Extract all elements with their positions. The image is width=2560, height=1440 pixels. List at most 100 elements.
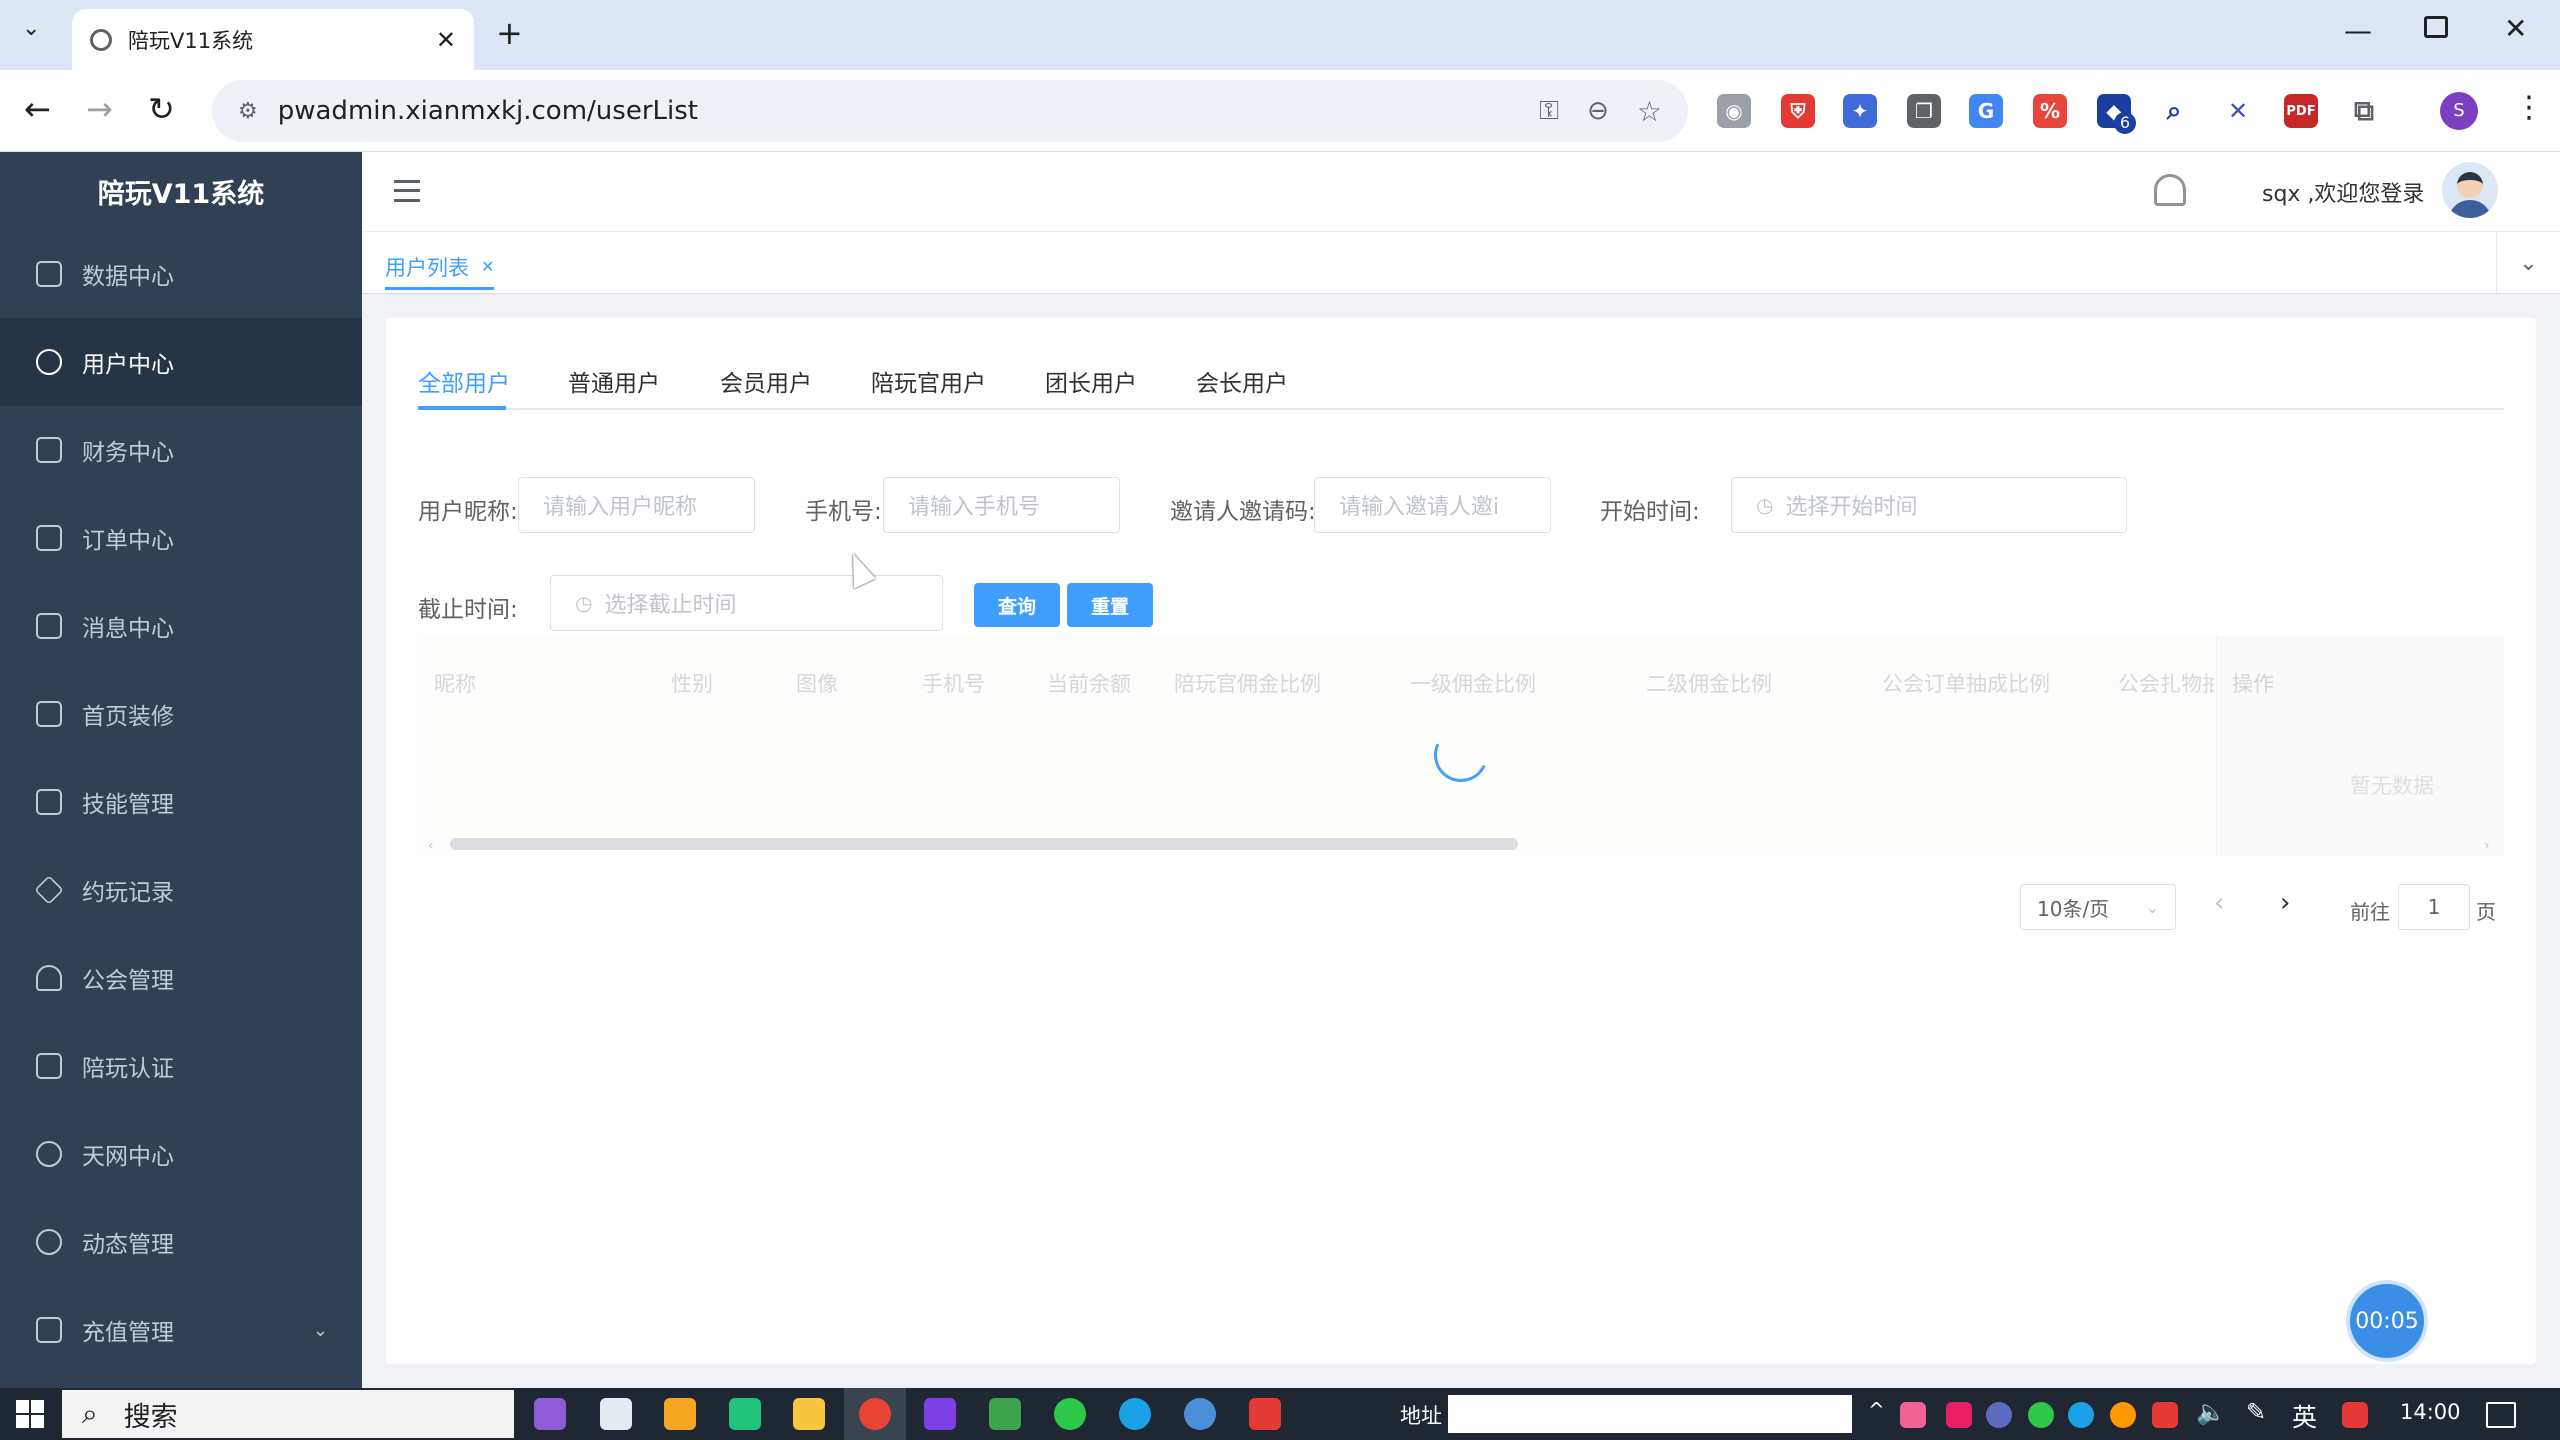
sidebar-item-skill-management[interactable]: 技能管理: [0, 758, 362, 846]
tab-leader-users[interactable]: 团长用户: [1045, 364, 1137, 398]
taskbar-address-input[interactable]: [1448, 1395, 1852, 1433]
translate-extension-icon[interactable]: G: [1969, 94, 2003, 128]
app-icon[interactable]: [1119, 1398, 1151, 1430]
tool-extension-icon[interactable]: %: [2033, 94, 2067, 128]
camera-extension-icon[interactable]: ◉: [1717, 94, 1751, 128]
extensions-puzzle-icon[interactable]: ⧉: [2347, 94, 2381, 128]
sidebar-item-user-center[interactable]: 用户中心: [0, 318, 362, 406]
horizontal-scrollbar[interactable]: [450, 838, 1518, 850]
phone-input[interactable]: 请输入手机号: [883, 477, 1120, 533]
tray-wechat-icon[interactable]: [2028, 1402, 2054, 1428]
browser-menu-icon[interactable]: ⋮: [2514, 90, 2544, 125]
prev-page-icon[interactable]: ‹: [2214, 888, 2224, 918]
reload-icon[interactable]: ↻: [148, 90, 175, 128]
minimize-icon[interactable]: —: [2344, 14, 2372, 47]
windows-start-icon[interactable]: [16, 1400, 44, 1428]
app-icon[interactable]: [534, 1398, 566, 1430]
invite-code-input[interactable]: 请输入邀请人邀i: [1314, 477, 1551, 533]
sidebar-item-skynet-center[interactable]: 天网中心: [0, 1110, 362, 1198]
tab-companion-users[interactable]: 陪玩官用户: [871, 364, 986, 398]
window-close-icon[interactable]: ✕: [2504, 12, 2527, 45]
search-extension-icon[interactable]: ⌕: [2157, 94, 2191, 128]
tray-icon[interactable]: [2152, 1402, 2178, 1428]
tab-all-users[interactable]: 全部用户: [418, 364, 510, 398]
tab-president-users[interactable]: 会长用户: [1196, 364, 1288, 398]
notification-icon[interactable]: [2486, 1402, 2516, 1428]
app-icon[interactable]: [600, 1398, 632, 1430]
tags-dropdown-chevron-icon[interactable]: ⌄: [2496, 232, 2560, 294]
shield-extension-icon[interactable]: ⛨: [1781, 94, 1815, 128]
tray-icon[interactable]: [1946, 1402, 1972, 1428]
volume-icon[interactable]: 🔈: [2196, 1398, 2226, 1426]
app-icon[interactable]: [989, 1398, 1021, 1430]
taskbar-search-box[interactable]: ⌕ 搜索: [62, 1390, 514, 1438]
app-icon[interactable]: [729, 1398, 761, 1430]
end-time-picker[interactable]: ◷ 选择截止时间: [550, 575, 943, 631]
profile-avatar[interactable]: S: [2440, 92, 2478, 130]
chrome-icon[interactable]: [859, 1398, 891, 1430]
app-icon[interactable]: [664, 1398, 696, 1430]
hamburger-menu-icon[interactable]: [394, 180, 420, 202]
tray-icon[interactable]: [2068, 1402, 2094, 1428]
sidebar-item-order-center[interactable]: 订单中心: [0, 494, 362, 582]
url-text[interactable]: pwadmin.xianmxkj.com/userList: [278, 96, 1512, 126]
file-explorer-icon[interactable]: [793, 1398, 825, 1430]
sidebar-item-finance-center[interactable]: 财务中心: [0, 406, 362, 494]
tab-normal-users[interactable]: 普通用户: [568, 364, 660, 398]
sidebar-item-guild-management[interactable]: 公会管理: [0, 934, 362, 1022]
clock-time[interactable]: 14:00: [2400, 1400, 2461, 1424]
next-page-icon[interactable]: ›: [2280, 888, 2290, 918]
restore-icon[interactable]: [2424, 16, 2448, 38]
scroll-right-icon[interactable]: ›: [2484, 838, 2490, 854]
page-size-select[interactable]: 10条/页 ⌄: [2020, 884, 2176, 930]
ime-indicator[interactable]: 英: [2292, 1398, 2317, 1434]
tag-close-icon[interactable]: ✕: [481, 257, 494, 276]
pen-icon[interactable]: ✎: [2246, 1398, 2266, 1426]
floating-timer[interactable]: 00:05: [2346, 1280, 2428, 1362]
wps-icon[interactable]: [1249, 1398, 1281, 1430]
start-time-picker[interactable]: ◷ 选择开始时间: [1731, 477, 2127, 533]
forward-icon[interactable]: →: [86, 90, 113, 128]
wechat-icon[interactable]: [1054, 1398, 1086, 1430]
bell-icon[interactable]: [2154, 174, 2186, 206]
zoom-icon[interactable]: ⊖: [1587, 96, 1609, 126]
sidebar-item-companion-certification[interactable]: 陪玩认证: [0, 1022, 362, 1110]
sidebar-item-data-center[interactable]: 数据中心: [0, 230, 362, 318]
nickname-input[interactable]: 请输入用户昵称: [518, 477, 755, 533]
site-info-icon[interactable]: ⚙: [238, 99, 258, 124]
sidebar-item-feed-management[interactable]: 动态管理: [0, 1198, 362, 1286]
tab-close-icon[interactable]: ✕: [436, 26, 456, 54]
reset-button[interactable]: 重置: [1067, 583, 1153, 627]
sidebar-item-recharge-management[interactable]: 充值管理 ⌄: [0, 1286, 362, 1374]
network-extension-icon[interactable]: ✦: [1843, 94, 1877, 128]
app-icon[interactable]: [924, 1398, 956, 1430]
x-extension-icon[interactable]: ✕: [2221, 94, 2255, 128]
address-bar[interactable]: ⚙ pwadmin.xianmxkj.com/userList ⚿ ⊖ ☆: [212, 80, 1688, 142]
password-key-icon[interactable]: ⚿: [1539, 96, 1559, 127]
tray-icon[interactable]: [1900, 1402, 1926, 1428]
tag-user-list[interactable]: 用户列表 ✕: [385, 248, 495, 290]
bookmark-star-icon[interactable]: ☆: [1637, 95, 1662, 128]
sidebar-item-label: 公会管理: [82, 968, 174, 994]
scroll-left-icon[interactable]: ‹: [428, 838, 434, 854]
sidebar-item-message-center[interactable]: 消息中心: [0, 582, 362, 670]
tray-icon[interactable]: [1986, 1402, 2012, 1428]
sidebar-item-homepage-decor[interactable]: 首页装修: [0, 670, 362, 758]
table-empty-text: 暂无数据: [2350, 774, 2434, 798]
tray-chevron-icon[interactable]: ^: [1868, 1398, 1885, 1422]
sidebar-item-play-records[interactable]: 约玩记录: [0, 846, 362, 934]
page-unit: 页: [2476, 900, 2496, 924]
copy-extension-icon[interactable]: ❐: [1907, 94, 1941, 128]
tab-search-chevron-icon[interactable]: ⌄: [22, 16, 40, 41]
new-tab-button[interactable]: +: [496, 14, 523, 52]
goto-page-input[interactable]: 1: [2398, 884, 2470, 930]
back-icon[interactable]: ←: [24, 90, 51, 128]
query-button[interactable]: 查询: [974, 583, 1060, 627]
avatar[interactable]: [2442, 162, 2498, 218]
tray-icon[interactable]: [2342, 1402, 2368, 1428]
tab-member-users[interactable]: 会员用户: [720, 364, 812, 398]
tray-icon[interactable]: [2110, 1402, 2136, 1428]
browser-tab[interactable]: 陪玩V11系统 ✕: [72, 9, 474, 70]
pdf-extension-icon[interactable]: PDF: [2284, 94, 2318, 128]
app-icon[interactable]: [1184, 1398, 1216, 1430]
